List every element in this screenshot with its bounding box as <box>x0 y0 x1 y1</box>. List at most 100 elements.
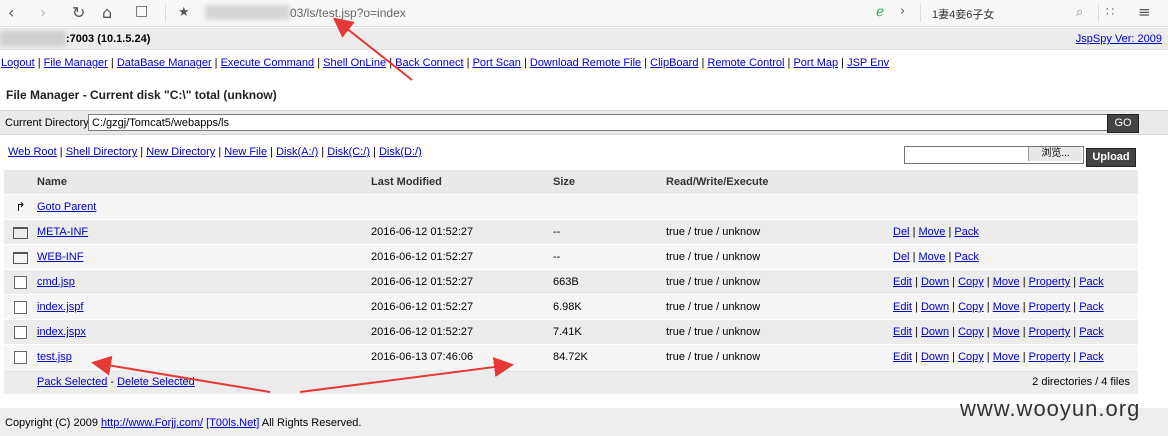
copy-link[interactable]: Copy <box>958 301 984 313</box>
edit-link[interactable]: Edit <box>893 301 912 313</box>
property-link[interactable]: Property <box>1029 326 1071 338</box>
size-cell: 663B <box>553 276 579 288</box>
table-row: cmd.jsp 2016-06-12 01:52:27 663B true / … <box>4 269 1138 295</box>
go-button[interactable]: GO <box>1107 114 1139 133</box>
table-row: index.jspx 2016-06-12 01:52:27 7.41K tru… <box>4 319 1138 345</box>
edit-link[interactable]: Edit <box>893 276 912 288</box>
address-bar[interactable]: 03/ls/test.jsp?o=index <box>290 6 406 20</box>
nav-port-scan[interactable]: Port Scan <box>473 57 521 69</box>
ie-mode-icon[interactable]: ℯ <box>876 4 884 20</box>
pack-link[interactable]: Pack <box>1079 301 1103 313</box>
delete-selected-link[interactable]: Delete Selected <box>117 376 195 388</box>
property-link[interactable]: Property <box>1029 276 1071 288</box>
rwx-cell: true / true / unknow <box>666 251 761 263</box>
main-nav: Logout | File Manager | DataBase Manager… <box>1 57 890 69</box>
edit-link[interactable]: Edit <box>893 351 912 363</box>
copy-link[interactable]: Copy <box>958 276 984 288</box>
nav-remote-control[interactable]: Remote Control <box>707 57 784 69</box>
goto-parent-link[interactable]: Goto Parent <box>37 201 96 213</box>
file-name-link[interactable]: cmd.jsp <box>37 276 75 288</box>
down-link[interactable]: Down <box>921 351 949 363</box>
table-row: WEB-INF 2016-06-12 01:52:27 -- true / tr… <box>4 244 1138 270</box>
pack-link[interactable]: Pack <box>1079 351 1103 363</box>
grid-icon[interactable]: ∷ <box>1106 5 1114 20</box>
down-link[interactable]: Down <box>921 301 949 313</box>
chevron-right-icon[interactable]: › <box>900 4 905 19</box>
pack-link[interactable]: Pack <box>1079 326 1103 338</box>
forward-icon[interactable]: › <box>40 3 46 22</box>
row-checkbox[interactable] <box>14 301 27 314</box>
file-name-link[interactable]: index.jspf <box>37 301 83 313</box>
current-directory-label: Current Directory <box>5 117 89 129</box>
size-cell: -- <box>553 226 561 238</box>
edit-link[interactable]: Edit <box>893 326 912 338</box>
version-link[interactable]: JspSpy Ver: 2009 <box>1076 33 1162 45</box>
browse-button[interactable]: 浏览... <box>1028 147 1082 161</box>
copy-link[interactable]: Copy <box>958 351 984 363</box>
link-new-directory[interactable]: New Directory <box>146 146 215 158</box>
row-checkbox[interactable] <box>14 351 27 364</box>
bookmark-star-icon[interactable]: ★ <box>178 5 190 20</box>
nav-clipboard[interactable]: ClipBoard <box>650 57 698 69</box>
pack-selected-link[interactable]: Pack Selected <box>37 376 107 388</box>
nav-database-manager[interactable]: DataBase Manager <box>117 57 212 69</box>
folder-icon <box>13 251 28 264</box>
row-checkbox[interactable] <box>14 326 27 339</box>
col-last-modified: Last Modified <box>371 176 442 188</box>
upload-button[interactable]: Upload <box>1086 148 1136 167</box>
file-name-link[interactable]: META-INF <box>37 226 88 238</box>
link-shell-directory[interactable]: Shell Directory <box>66 146 138 158</box>
file-name-link[interactable]: index.jspx <box>37 326 86 338</box>
table-footer-row: Pack Selected - Delete Selected 2 direct… <box>4 369 1138 395</box>
nav-port-map[interactable]: Port Map <box>793 57 838 69</box>
down-link[interactable]: Down <box>921 326 949 338</box>
link-disk-c[interactable]: Disk(C:/) <box>327 146 370 158</box>
nav-jsp-env[interactable]: JSP Env <box>847 57 889 69</box>
link-web-root[interactable]: Web Root <box>8 146 57 158</box>
move-link[interactable]: Move <box>993 326 1020 338</box>
reader-icon[interactable]: □ <box>135 3 148 19</box>
row-checkbox[interactable] <box>14 276 27 289</box>
modified-cell: 2016-06-12 01:52:27 <box>371 276 474 288</box>
modified-cell: 2016-06-12 01:52:27 <box>371 226 474 238</box>
home-icon[interactable]: ⌂ <box>102 3 112 22</box>
parent-dir-icon: ↱ <box>15 200 26 214</box>
link-disk-d[interactable]: Disk(D:/) <box>379 146 422 158</box>
nav-back-connect[interactable]: Back Connect <box>395 57 463 69</box>
move-link[interactable]: Move <box>919 251 946 263</box>
nav-file-manager[interactable]: File Manager <box>44 57 108 69</box>
current-directory-input[interactable] <box>88 114 1111 131</box>
current-directory-bar: Current Directory GO <box>0 110 1168 135</box>
nav-execute-command[interactable]: Execute Command <box>221 57 315 69</box>
pack-link[interactable]: Pack <box>954 226 978 238</box>
nav-shell-online[interactable]: Shell OnLine <box>323 57 386 69</box>
pack-link[interactable]: Pack <box>1079 276 1103 288</box>
link-disk-a[interactable]: Disk(A:/) <box>276 146 318 158</box>
table-row: ↱ Goto Parent <box>4 194 1138 220</box>
col-size: Size <box>553 176 576 188</box>
move-link[interactable]: Move <box>919 226 946 238</box>
reload-icon[interactable]: ↻ <box>72 3 85 22</box>
property-link[interactable]: Property <box>1029 351 1071 363</box>
t00ls-link[interactable]: [T00ls.Net] <box>206 417 259 429</box>
link-new-file[interactable]: New File <box>224 146 267 158</box>
pack-link[interactable]: Pack <box>954 251 978 263</box>
file-name-link[interactable]: test.jsp <box>37 351 72 363</box>
nav-download-remote-file[interactable]: Download Remote File <box>530 57 641 69</box>
property-link[interactable]: Property <box>1029 301 1071 313</box>
menu-icon[interactable]: ≡ <box>1138 3 1151 21</box>
copy-link[interactable]: Copy <box>958 326 984 338</box>
move-link[interactable]: Move <box>993 276 1020 288</box>
file-name-link[interactable]: WEB-INF <box>37 251 83 263</box>
nav-logout[interactable]: Logout <box>1 57 35 69</box>
del-link[interactable]: Del <box>893 251 910 263</box>
search-icon[interactable]: ⌕ <box>1076 5 1083 20</box>
forjj-link[interactable]: http://www.Forjj.com/ <box>101 417 203 429</box>
copyright-prefix: Copyright (C) 2009 <box>5 417 98 429</box>
search-box[interactable]: 1妻4妾6子女 <box>932 6 994 22</box>
del-link[interactable]: Del <box>893 226 910 238</box>
move-link[interactable]: Move <box>993 351 1020 363</box>
move-link[interactable]: Move <box>993 301 1020 313</box>
down-link[interactable]: Down <box>921 276 949 288</box>
back-icon[interactable]: ‹ <box>8 3 14 22</box>
